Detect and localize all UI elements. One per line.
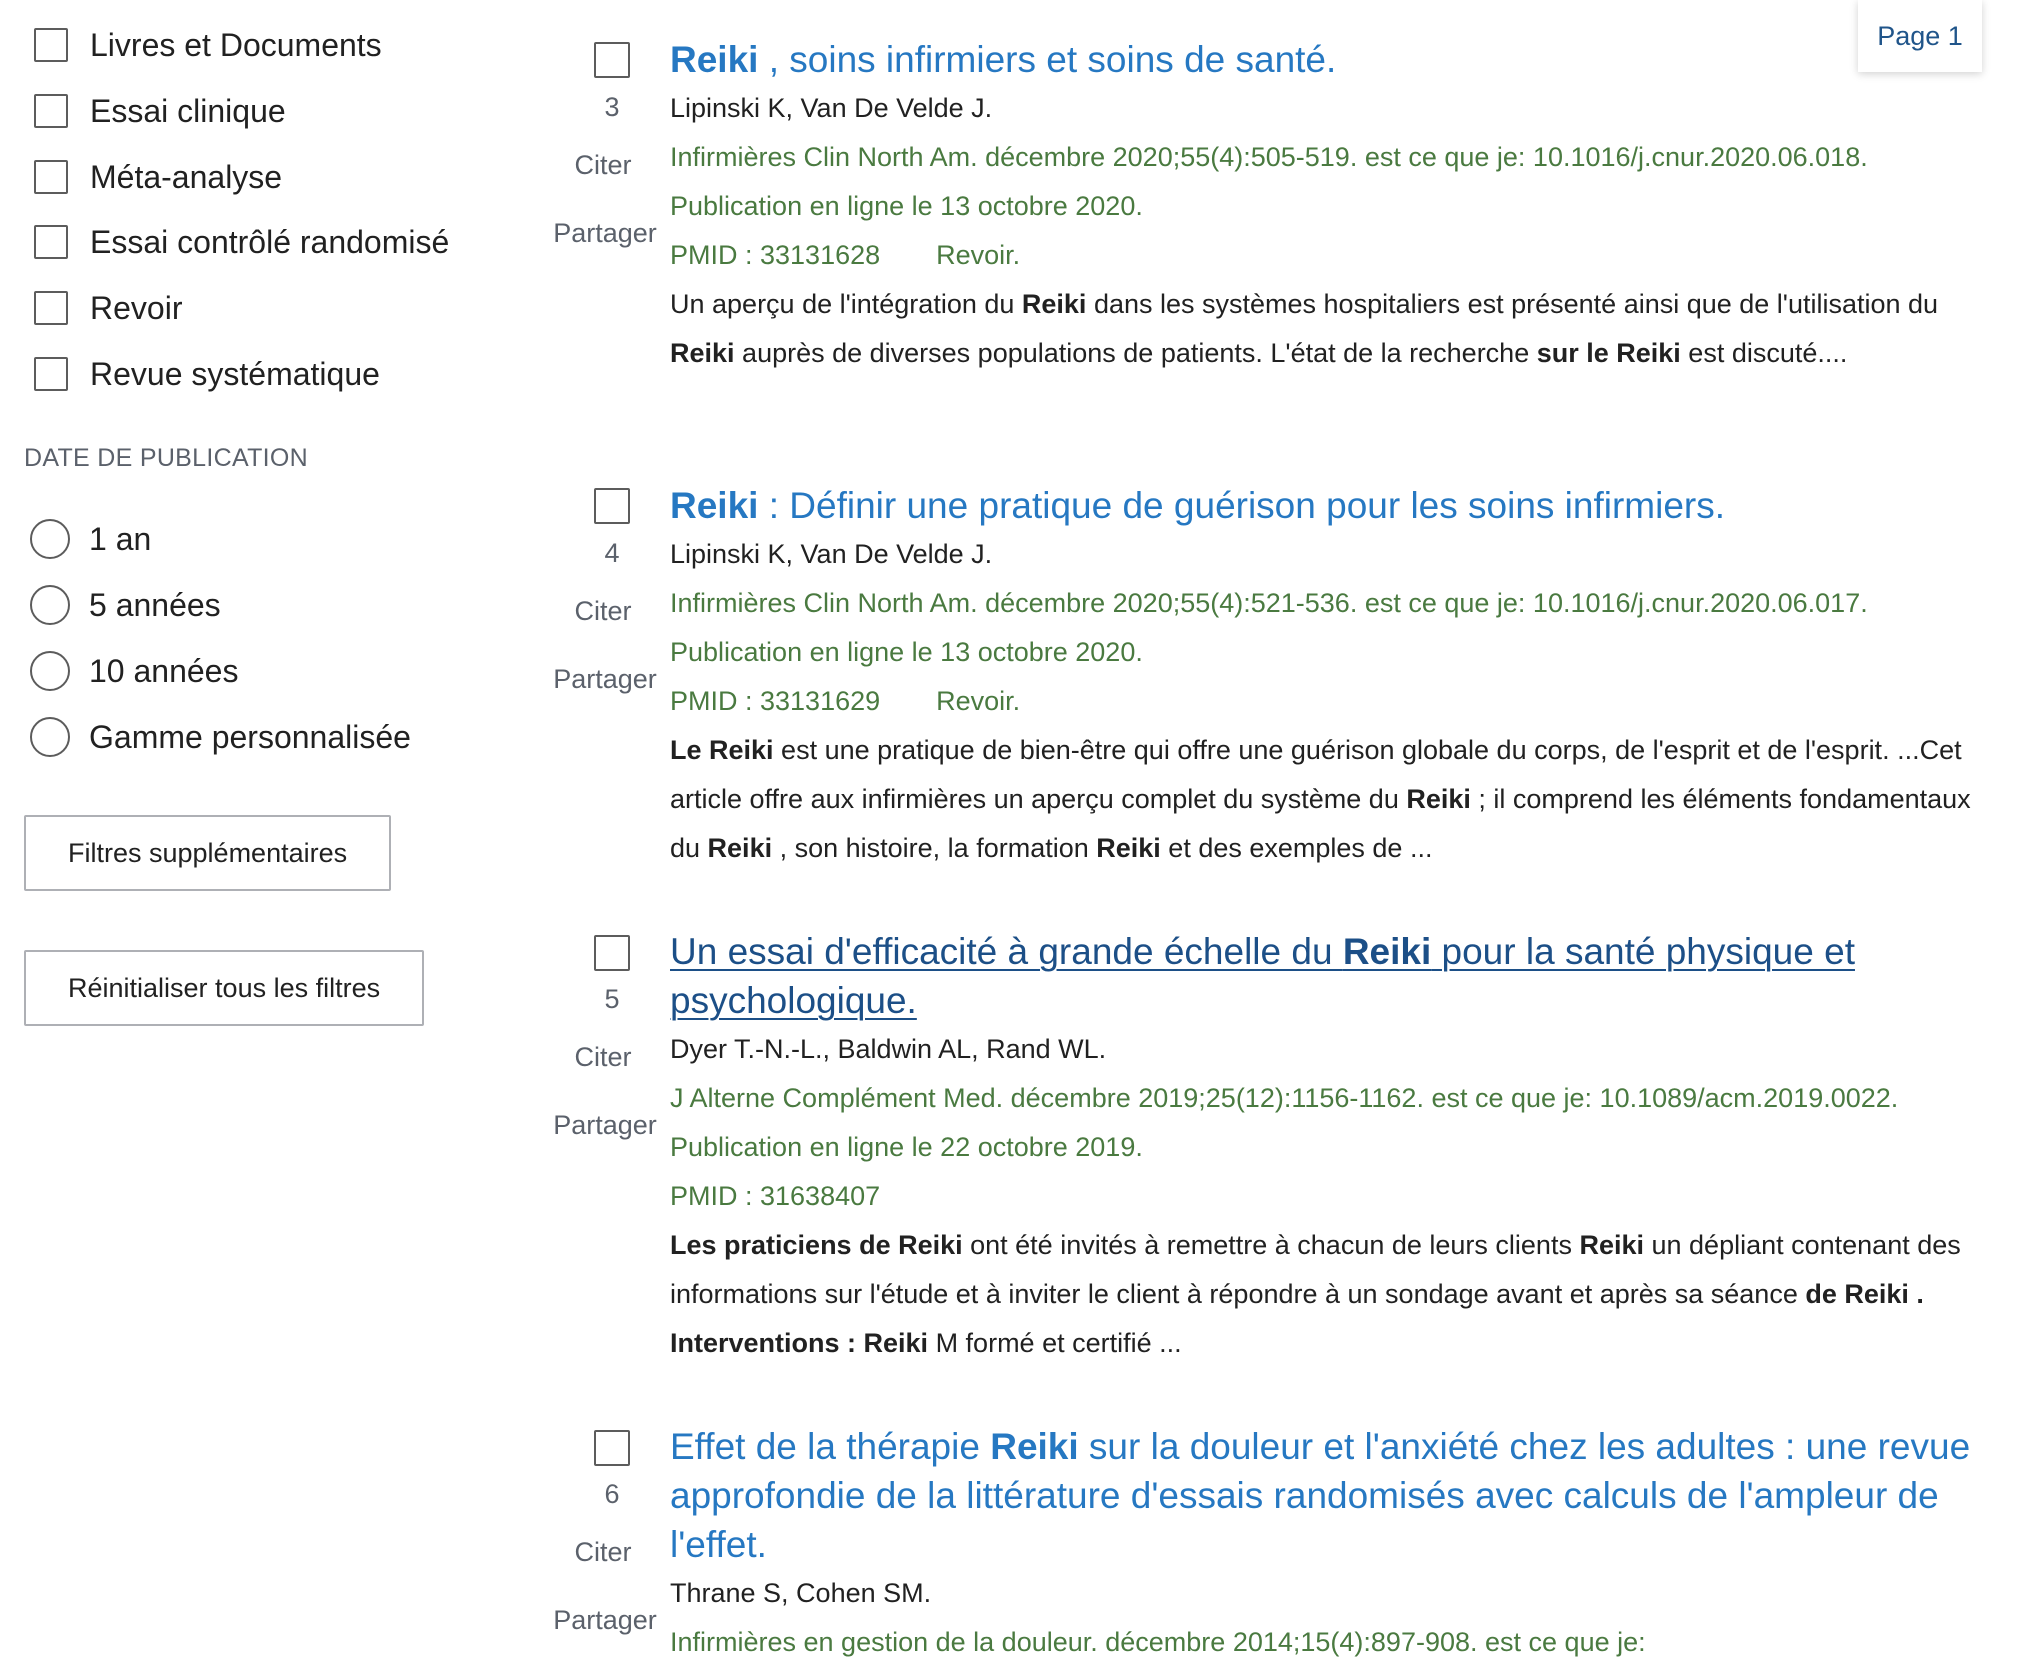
result-type: Revoir. (936, 240, 1021, 270)
highlighted-term: Reiki (1021, 289, 1087, 319)
text-segment: Un essai d'efficacité à grande échelle d… (670, 931, 1343, 972)
result-pmid-line: PMID : 33131629 Revoir. (670, 677, 1990, 726)
text-segment: M formé et certifié ... (928, 1328, 1182, 1358)
result-checkbox[interactable] (594, 42, 630, 78)
cite-button[interactable]: Citer (548, 1537, 658, 1568)
checkbox[interactable] (34, 225, 68, 259)
filter-label: Revue systématique (90, 355, 380, 392)
checkbox[interactable] (34, 291, 68, 325)
highlighted-term: Reiki (1096, 833, 1161, 863)
filter-label: Livres et Documents (90, 26, 382, 63)
share-button[interactable]: Partager (550, 664, 660, 695)
filter-livres-documents[interactable]: Livres et Documents (34, 20, 382, 70)
highlighted-term: Reiki (670, 39, 759, 80)
highlighted-term: Les praticiens de Reiki (670, 1230, 963, 1260)
text-segment: dans les systèmes hospitaliers est prése… (1086, 289, 1939, 319)
filter-essai-controle-randomise[interactable]: Essai contrôlé randomisé (34, 217, 449, 267)
result-checkbox[interactable] (594, 935, 630, 971)
filter-label: Méta-analyse (90, 158, 283, 195)
date-option-1-an[interactable]: 1 an (30, 514, 152, 564)
text-segment: : Définir une pratique de guérison pour … (758, 485, 1726, 526)
text-segment: est discuté.... (1680, 338, 1848, 368)
result-type: Revoir. (936, 686, 1021, 716)
cite-button[interactable]: Citer (548, 596, 658, 627)
highlighted-term: Reiki (670, 485, 759, 526)
result-authors: Lipinski K, Van De Velde J. (670, 539, 993, 569)
date-option-label: 5 années (89, 586, 221, 623)
filter-label: Revoir (90, 289, 183, 326)
result-pmid-line: PMID : 33131628 Revoir. (670, 231, 1990, 280)
result-snippet: Un aperçu de l'intégration du Reiki dans… (670, 280, 1990, 378)
result-title-link[interactable]: Reiki : Définir une pratique de guérison… (670, 481, 1990, 530)
highlighted-term: Reiki (1342, 931, 1432, 972)
filters-sidebar: Livres et Documents Essai clinique Méta-… (0, 0, 520, 1660)
highlighted-term: Reiki (707, 833, 773, 863)
text-segment: , soins infirmiers et soins de santé. (758, 39, 1337, 80)
date-option-5-annees[interactable]: 5 années (30, 580, 221, 630)
text-segment: Effet de la thérapie (670, 1426, 991, 1467)
result-pmid-line: PMID : 31638407 (670, 1172, 1990, 1221)
text-segment: et des exemples de ... (1160, 833, 1433, 863)
result-pmid: PMID : 31638407 (670, 1181, 881, 1211)
radio-button[interactable] (30, 585, 70, 625)
cite-button[interactable]: Citer (548, 1042, 658, 1073)
filter-label: Essai contrôlé randomisé (90, 223, 450, 260)
more-filters-button[interactable]: Filtres supplémentaires (24, 815, 392, 891)
text-segment: ont été invités à remettre à chacun de l… (962, 1230, 1580, 1260)
checkbox[interactable] (34, 357, 68, 391)
highlighted-term: Reiki (990, 1426, 1079, 1467)
result-title-link[interactable]: Effet de la thérapie Reiki sur la douleu… (670, 1422, 1990, 1569)
checkbox[interactable] (34, 94, 68, 128)
highlighted-term: sur le Reiki (1536, 338, 1681, 368)
share-button[interactable]: Partager (550, 1110, 660, 1141)
result-authors: Lipinski K, Van De Velde J. (670, 93, 993, 123)
result-authors: Dyer T.-N.-L., Baldwin AL, Rand WL. (670, 1034, 1107, 1064)
highlighted-term: Reiki (1579, 1230, 1644, 1260)
cite-button[interactable]: Citer (548, 150, 658, 181)
radio-button[interactable] (30, 651, 70, 691)
result-checkbox[interactable] (594, 1430, 630, 1466)
checkbox[interactable] (34, 160, 68, 194)
radio-button[interactable] (30, 717, 70, 757)
text-segment: auprès de diverses populations de patien… (734, 338, 1537, 368)
result-title-link[interactable]: Un essai d'efficacité à grande échelle d… (670, 927, 1990, 1025)
result-number: 4 (604, 538, 620, 568)
result-citation: Infirmières Clin North Am. décembre 2020… (670, 588, 1868, 667)
filter-essai-clinique[interactable]: Essai clinique (34, 86, 286, 136)
publication-date-heading: DATE DE PUBLICATION (24, 444, 308, 472)
result-number: 6 (604, 1479, 620, 1509)
result-number: 3 (604, 92, 620, 122)
highlighted-term: Reiki (670, 338, 735, 368)
result-citation: J Alterne Complément Med. décembre 2019;… (670, 1083, 1899, 1162)
highlighted-term: Le Reiki (670, 735, 774, 765)
filter-revoir[interactable]: Revoir (34, 283, 182, 333)
checkbox[interactable] (34, 28, 68, 62)
result-checkbox[interactable] (594, 488, 630, 524)
reset-filters-button[interactable]: Réinitialiser tous les filtres (24, 950, 425, 1026)
text-segment: Un aperçu de l'intégration du (670, 289, 1022, 319)
filter-meta-analyse[interactable]: Méta-analyse (34, 152, 282, 202)
date-option-custom-range[interactable]: Gamme personnalisée (30, 712, 411, 762)
result-title-link[interactable]: Reiki , soins infirmiers et soins de san… (670, 35, 1990, 84)
share-button[interactable]: Partager (550, 1605, 660, 1636)
result-pmid: PMID : 33131629 (670, 686, 881, 716)
date-option-10-annees[interactable]: 10 années (30, 646, 239, 696)
date-option-label: 1 an (89, 520, 152, 557)
share-button[interactable]: Partager (550, 218, 660, 249)
date-option-label: Gamme personnalisée (89, 718, 411, 755)
result-authors: Thrane S, Cohen SM. (670, 1578, 932, 1608)
highlighted-term: Reiki (1406, 784, 1471, 814)
result-citation: Infirmières Clin North Am. décembre 2020… (670, 142, 1868, 221)
date-option-label: 10 années (89, 652, 239, 689)
result-number: 5 (604, 984, 620, 1014)
highlighted-term: de Reiki (1805, 1279, 1909, 1309)
result-snippet: Le Reiki est une pratique de bien-être q… (670, 726, 1990, 873)
result-pmid: PMID : 33131628 (670, 240, 881, 270)
filter-revue-systematique[interactable]: Revue systématique (34, 349, 380, 399)
radio-button[interactable] (30, 519, 70, 559)
filter-label: Essai clinique (90, 92, 286, 129)
result-snippet: Les praticiens de Reiki ont été invités … (670, 1221, 1990, 1368)
text-segment: , son histoire, la formation (772, 833, 1097, 863)
